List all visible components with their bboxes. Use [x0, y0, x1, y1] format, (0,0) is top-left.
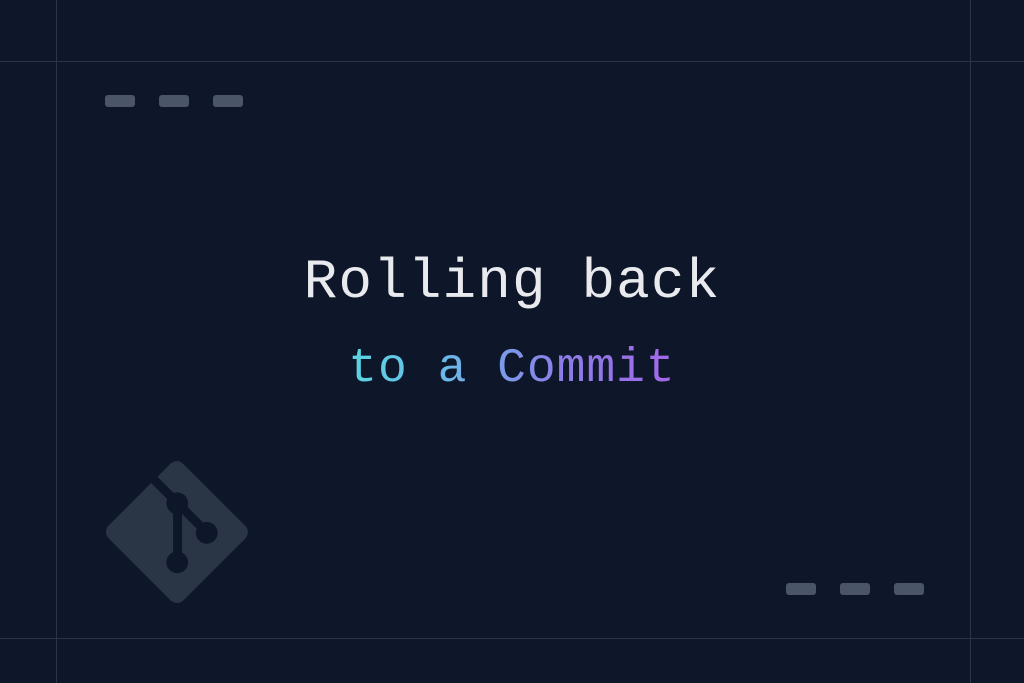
dash-icon: [786, 583, 816, 595]
grid-line-horizontal-top: [0, 61, 1024, 62]
git-icon: [106, 461, 248, 603]
dash-icon: [213, 95, 243, 107]
window-controls-bottom: [786, 583, 924, 595]
title-container: Rolling back to a Commit: [0, 250, 1024, 396]
window-controls-top: [105, 95, 243, 107]
dash-icon: [105, 95, 135, 107]
title-line-1: Rolling back: [0, 250, 1024, 314]
dash-icon: [840, 583, 870, 595]
dash-icon: [159, 95, 189, 107]
dash-icon: [894, 583, 924, 595]
title-line-2: to a Commit: [348, 342, 675, 396]
grid-line-horizontal-bottom: [0, 638, 1024, 639]
